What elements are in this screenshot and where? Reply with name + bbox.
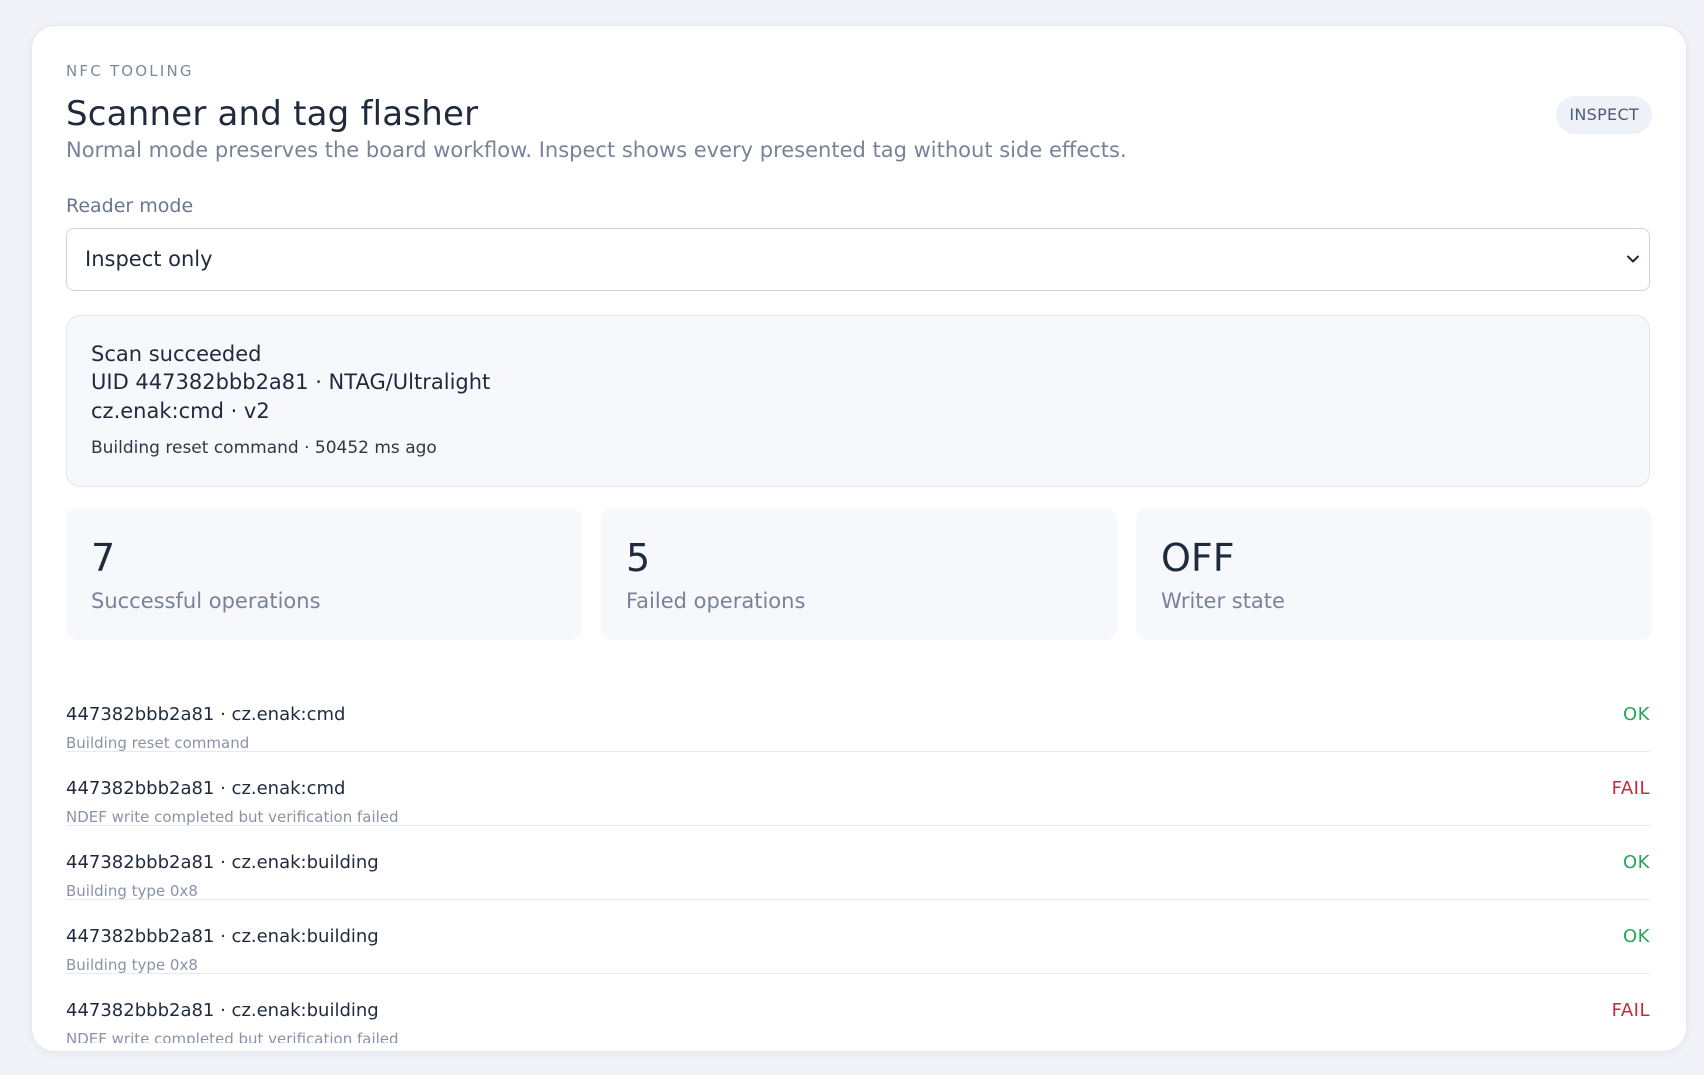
log-row-status: OK: [1623, 926, 1650, 947]
scan-uid-line: UID 447382bbb2a81 · NTAG/Ultralight: [91, 370, 491, 394]
log-row-status: FAIL: [1611, 778, 1650, 799]
stat-label: Failed operations: [626, 589, 806, 613]
log-row: 447382bbb2a81 · cz.enak:building Buildin…: [66, 900, 1650, 974]
stat-failed-operations: 5 Failed operations: [601, 508, 1117, 640]
stat-writer-state: OFF Writer state: [1136, 508, 1652, 640]
stat-value: 5: [626, 536, 651, 580]
stat-value: OFF: [1161, 536, 1235, 580]
log-row-detail: Building reset command: [66, 734, 250, 752]
log-row-detail: NDEF write completed but verification fa…: [66, 1030, 399, 1043]
stat-label: Successful operations: [91, 589, 321, 613]
log-row-detail: NDEF write completed but verification fa…: [66, 808, 399, 826]
log-row-detail: Building type 0x8: [66, 956, 198, 974]
stat-value: 7: [91, 536, 116, 580]
chevron-down-icon: [1627, 255, 1639, 263]
nfc-tooling-card: NFC TOOLING Scanner and tag flasher INSP…: [31, 25, 1687, 1052]
log-row-title: 447382bbb2a81 · cz.enak:building: [66, 926, 379, 947]
mode-badge: INSPECT: [1556, 96, 1652, 134]
page-subtitle: Normal mode preserves the board workflow…: [66, 138, 1127, 162]
log-row-title: 447382bbb2a81 · cz.enak:cmd: [66, 704, 346, 725]
section-eyebrow: NFC TOOLING: [66, 62, 194, 80]
page-title: Scanner and tag flasher: [66, 94, 479, 134]
log-row-title: 447382bbb2a81 · cz.enak:cmd: [66, 778, 346, 799]
log-row-status: OK: [1623, 704, 1650, 725]
log-row: 447382bbb2a81 · cz.enak:building Buildin…: [66, 826, 1650, 900]
reader-mode-selected-value: Inspect only: [85, 247, 213, 271]
log-row-title: 447382bbb2a81 · cz.enak:building: [66, 852, 379, 873]
log-row-title: 447382bbb2a81 · cz.enak:building: [66, 1000, 379, 1021]
stat-label: Writer state: [1161, 589, 1285, 613]
operation-log: 447382bbb2a81 · cz.enak:cmd Building res…: [66, 678, 1650, 1043]
scan-record-line: cz.enak:cmd · v2: [91, 399, 270, 423]
scan-result-panel: Scan succeeded UID 447382bbb2a81 · NTAG/…: [66, 315, 1650, 487]
scan-status-title: Scan succeeded: [91, 342, 262, 366]
log-row-status: OK: [1623, 852, 1650, 873]
log-row: 447382bbb2a81 · cz.enak:building NDEF wr…: [66, 974, 1650, 1043]
stat-successful-operations: 7 Successful operations: [66, 508, 582, 640]
log-row: 447382bbb2a81 · cz.enak:cmd Building res…: [66, 678, 1650, 752]
log-row-detail: Building type 0x8: [66, 882, 198, 900]
log-row: 447382bbb2a81 · cz.enak:cmd NDEF write c…: [66, 752, 1650, 826]
log-row-status: FAIL: [1611, 1000, 1650, 1021]
reader-mode-select[interactable]: Inspect only: [66, 228, 1650, 291]
reader-mode-label: Reader mode: [66, 195, 194, 217]
scan-meta: Building reset command · 50452 ms ago: [91, 438, 437, 458]
